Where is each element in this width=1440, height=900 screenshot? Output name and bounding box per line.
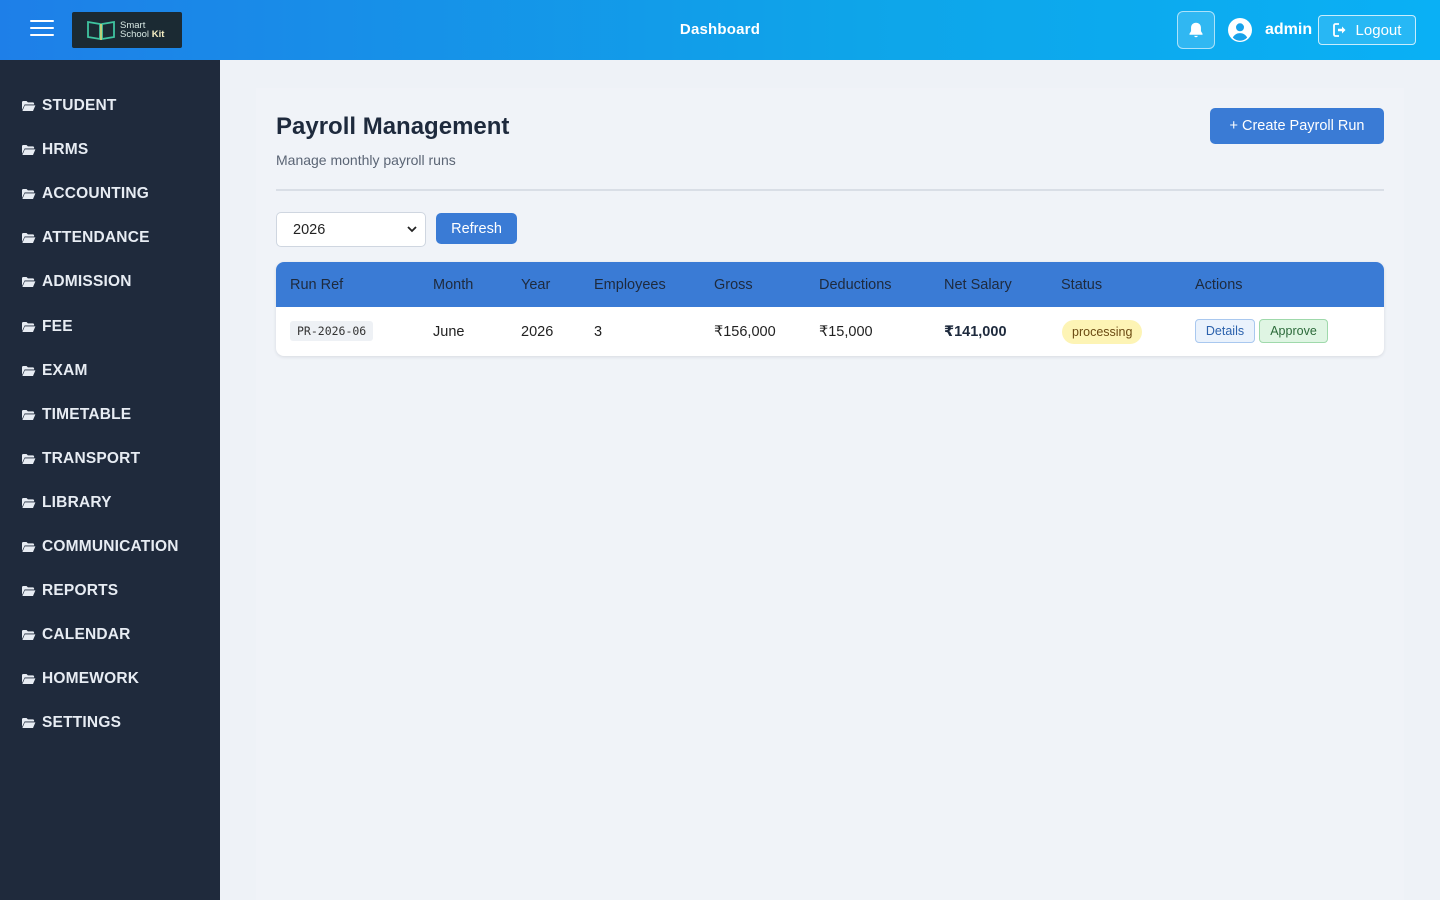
refresh-button[interactable]: Refresh <box>436 213 517 244</box>
col-employees: Employees <box>594 277 666 293</box>
chevron-down-icon <box>407 226 417 233</box>
sidebar-item-label: SETTINGS <box>42 714 122 732</box>
sidebar-item-label: TRANSPORT <box>42 449 141 467</box>
sidebar-item-hrms[interactable]: HRMS <box>0 128 220 172</box>
folder-open-icon <box>22 189 36 200</box>
sidebar-item-label: ADMISSION <box>42 273 132 291</box>
folder-open-icon <box>22 541 36 552</box>
payroll-table: Run Ref Month Year Employees Gross Deduc… <box>276 262 1384 356</box>
sidebar-item-communication[interactable]: COMMUNICATION <box>0 525 220 569</box>
sidebar-item-settings[interactable]: SETTINGS <box>0 701 220 745</box>
page-title: Payroll Management <box>276 113 510 140</box>
col-month: Month <box>433 277 474 293</box>
user-avatar-icon[interactable] <box>1228 18 1252 42</box>
logout-label: Logout <box>1355 21 1402 39</box>
divider <box>276 189 1384 191</box>
cell-month: June <box>433 324 465 340</box>
details-button[interactable]: Details <box>1195 319 1255 343</box>
folder-open-icon <box>22 718 36 729</box>
col-actions: Actions <box>1195 277 1243 293</box>
sidebar-item-label: EXAM <box>42 361 88 379</box>
table-header: Run Ref Month Year Employees Gross Deduc… <box>276 262 1384 307</box>
logout-button[interactable]: Logout <box>1318 15 1416 45</box>
col-net-salary: Net Salary <box>944 277 1012 293</box>
sign-out-icon <box>1332 23 1346 37</box>
cell-gross: ₹156,000 <box>714 324 776 340</box>
sidebar-item-accounting[interactable]: ACCOUNTING <box>0 172 220 216</box>
col-year: Year <box>521 277 551 293</box>
cell-year: 2026 <box>521 324 554 340</box>
folder-open-icon <box>22 674 36 685</box>
status-badge: processing <box>1062 320 1143 344</box>
sidebar-item-exam[interactable]: EXAM <box>0 349 220 393</box>
payroll-panel: Payroll Management Manage monthly payrol… <box>256 88 1404 900</box>
sidebar-item-library[interactable]: LIBRARY <box>0 481 220 525</box>
sidebar: STUDENT HRMS ACCOUNTING ATTENDANCE ADMISSION… <box>0 60 220 900</box>
folder-open-icon <box>22 145 36 156</box>
run-ref-code: PR-2026-06 <box>290 321 374 341</box>
sidebar-item-transport[interactable]: TRANSPORT <box>0 437 220 481</box>
sidebar-item-label: HOMEWORK <box>42 670 140 688</box>
folder-open-icon <box>22 321 36 332</box>
folder-open-icon <box>22 101 36 112</box>
notifications-button[interactable] <box>1177 11 1215 49</box>
sidebar-item-admission[interactable]: ADMISSION <box>0 260 220 304</box>
sidebar-item-label: STUDENT <box>42 97 117 115</box>
sidebar-item-label: FEE <box>42 317 73 335</box>
cell-net-salary: ₹141,000 <box>944 324 1007 340</box>
sidebar-item-reports[interactable]: REPORTS <box>0 569 220 613</box>
year-select-value: 2026 <box>293 221 326 238</box>
sidebar-item-fee[interactable]: FEE <box>0 304 220 348</box>
create-payroll-run-button[interactable]: + Create Payroll Run <box>1210 108 1384 144</box>
user-name[interactable]: admin <box>1265 21 1312 39</box>
sidebar-item-timetable[interactable]: TIMETABLE <box>0 393 220 437</box>
sidebar-item-label: COMMUNICATION <box>42 537 179 555</box>
sidebar-item-label: CALENDAR <box>42 626 131 644</box>
folder-open-icon <box>22 365 36 376</box>
main-content: Payroll Management Manage monthly payrol… <box>220 60 1440 900</box>
sidebar-item-label: TIMETABLE <box>42 405 132 423</box>
col-gross: Gross <box>714 277 753 293</box>
col-run-ref: Run Ref <box>290 277 344 293</box>
sidebar-item-label: REPORTS <box>42 582 119 600</box>
folder-open-icon <box>22 277 36 288</box>
folder-open-icon <box>22 586 36 597</box>
folder-open-icon <box>22 233 36 244</box>
sidebar-item-attendance[interactable]: ATTENDANCE <box>0 216 220 260</box>
folder-open-icon <box>22 630 36 641</box>
sidebar-item-calendar[interactable]: CALENDAR <box>0 613 220 657</box>
cell-employees: 3 <box>594 324 603 340</box>
top-bar: Smart School Kit Dashboard admin Logout <box>0 0 1440 60</box>
sidebar-item-homework[interactable]: HOMEWORK <box>0 657 220 701</box>
approve-button[interactable]: Approve <box>1259 319 1328 343</box>
col-deductions: Deductions <box>819 277 892 293</box>
bell-icon <box>1189 22 1203 38</box>
folder-open-icon <box>22 453 36 464</box>
cell-deductions: ₹15,000 <box>819 324 873 340</box>
folder-open-icon <box>22 409 36 420</box>
page-subtitle: Manage monthly payroll runs <box>276 152 456 168</box>
col-status: Status <box>1061 277 1103 293</box>
sidebar-item-student[interactable]: STUDENT <box>0 84 220 128</box>
sidebar-item-label: ACCOUNTING <box>42 185 150 203</box>
folder-open-icon <box>22 497 36 508</box>
sidebar-item-label: LIBRARY <box>42 493 112 511</box>
sidebar-item-label: ATTENDANCE <box>42 229 150 247</box>
header-title: Dashboard <box>679 21 761 38</box>
sidebar-item-label: HRMS <box>42 141 89 159</box>
year-select[interactable]: 2026 <box>276 212 426 247</box>
